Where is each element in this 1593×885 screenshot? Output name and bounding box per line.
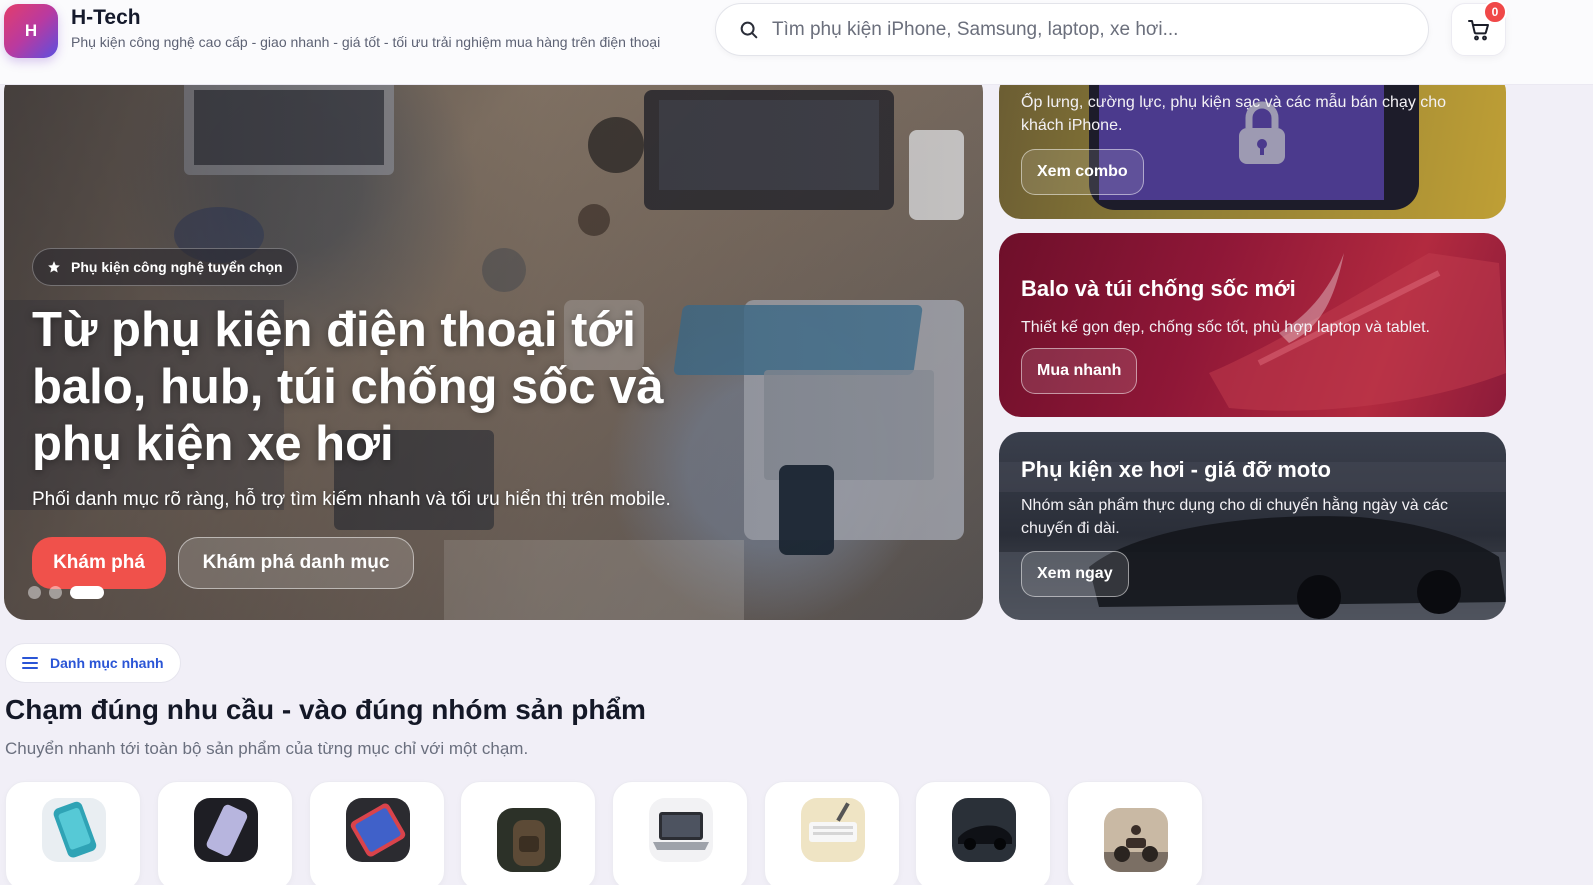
chip-label: Danh mục nhanh: [50, 655, 164, 671]
promo-description: Thiết kế gọn đẹp, chống sốc tốt, phù hợp…: [1021, 319, 1430, 336]
star-icon: [48, 261, 60, 273]
promo-title: Balo và túi chống sốc mới: [1021, 276, 1296, 301]
category-card-keyboard[interactable]: [764, 781, 900, 885]
promo-title: Phụ kiện xe hơi - giá đỡ moto: [1021, 457, 1331, 482]
explore-categories-button[interactable]: Khám phá danh mục: [178, 537, 414, 589]
brand-tagline: Phụ kiện công nghệ cao cấp - giao nhanh …: [71, 34, 661, 50]
moto-thumbnail: [1104, 808, 1168, 872]
hero-badge: Phụ kiện công nghệ tuyển chọn: [32, 248, 298, 286]
brand-name[interactable]: H-Tech: [71, 6, 141, 30]
cart-button[interactable]: 0: [1451, 0, 1507, 56]
hero-badge-label: Phụ kiện công nghệ tuyển chọn: [71, 259, 283, 275]
hero-banner: Phụ kiện công nghệ tuyển chọn Từ phụ kiệ…: [4, 70, 983, 620]
category-card-tablet[interactable]: [309, 781, 445, 885]
category-card-iphone[interactable]: [5, 781, 141, 885]
keyboard-thumbnail: [801, 798, 865, 862]
category-card-laptop[interactable]: [612, 781, 748, 885]
promo-card-backpack[interactable]: Balo và túi chống sốc mới Thiết kế gọn đ…: [999, 233, 1506, 417]
samsung-thumbnail: [194, 798, 258, 862]
hero-subtitle: Phối danh mục rõ ràng, hỗ trợ tìm kiếm n…: [32, 489, 671, 510]
carousel-dot-active[interactable]: [70, 586, 104, 599]
cart-count-badge: 0: [1483, 0, 1507, 24]
quick-category-chip[interactable]: Danh mục nhanh: [5, 643, 181, 683]
menu-icon: [22, 657, 38, 669]
promo-card-iphone[interactable]: Ốp lưng, cường lực, phụ kiện sạc và các …: [999, 70, 1506, 219]
view-now-button[interactable]: Xem ngay: [1021, 551, 1129, 597]
view-combo-button[interactable]: Xem combo: [1021, 149, 1144, 195]
promo-card-car[interactable]: Phụ kiện xe hơi - giá đỡ moto Nhóm sản p…: [999, 432, 1506, 620]
category-card-backpack[interactable]: [460, 781, 596, 885]
laptop-thumbnail: [649, 798, 713, 862]
iphone-thumbnail: [42, 798, 106, 862]
search-icon: [740, 21, 758, 38]
site-header: H H-Tech Phụ kiện công nghệ cao cấp - gi…: [0, 0, 1593, 85]
promo-description: Nhóm sản phẩm thực dụng cho di chuyển hằ…: [1021, 497, 1448, 537]
category-card-samsung[interactable]: [157, 781, 293, 885]
section-subtitle: Chuyển nhanh tới toàn bộ sản phẩm của từ…: [5, 739, 529, 758]
hero-title: Từ phụ kiện điện thoại tới balo, hub, tú…: [32, 303, 664, 471]
search-placeholder: Tìm phụ kiện iPhone, Samsung, laptop, xe…: [772, 18, 1179, 40]
promo-description: Ốp lưng, cường lực, phụ kiện sạc và các …: [1021, 94, 1447, 134]
buy-now-button[interactable]: Mua nhanh: [1021, 348, 1138, 394]
carousel-dot[interactable]: [28, 586, 41, 599]
category-card-car[interactable]: [915, 781, 1051, 885]
car-thumbnail: [952, 798, 1016, 862]
tablet-thumbnail: [346, 798, 410, 862]
backpack-thumbnail: [497, 808, 561, 872]
carousel-dot[interactable]: [49, 586, 62, 599]
search-input[interactable]: Tìm phụ kiện iPhone, Samsung, laptop, xe…: [715, 3, 1429, 56]
carousel-dots: [28, 586, 104, 599]
section-title: Chạm đúng nhu cầu - vào đúng nhóm sản ph…: [5, 694, 646, 725]
category-card-moto[interactable]: [1067, 781, 1203, 885]
logo[interactable]: H: [4, 4, 58, 58]
explore-button[interactable]: Khám phá: [32, 537, 166, 589]
